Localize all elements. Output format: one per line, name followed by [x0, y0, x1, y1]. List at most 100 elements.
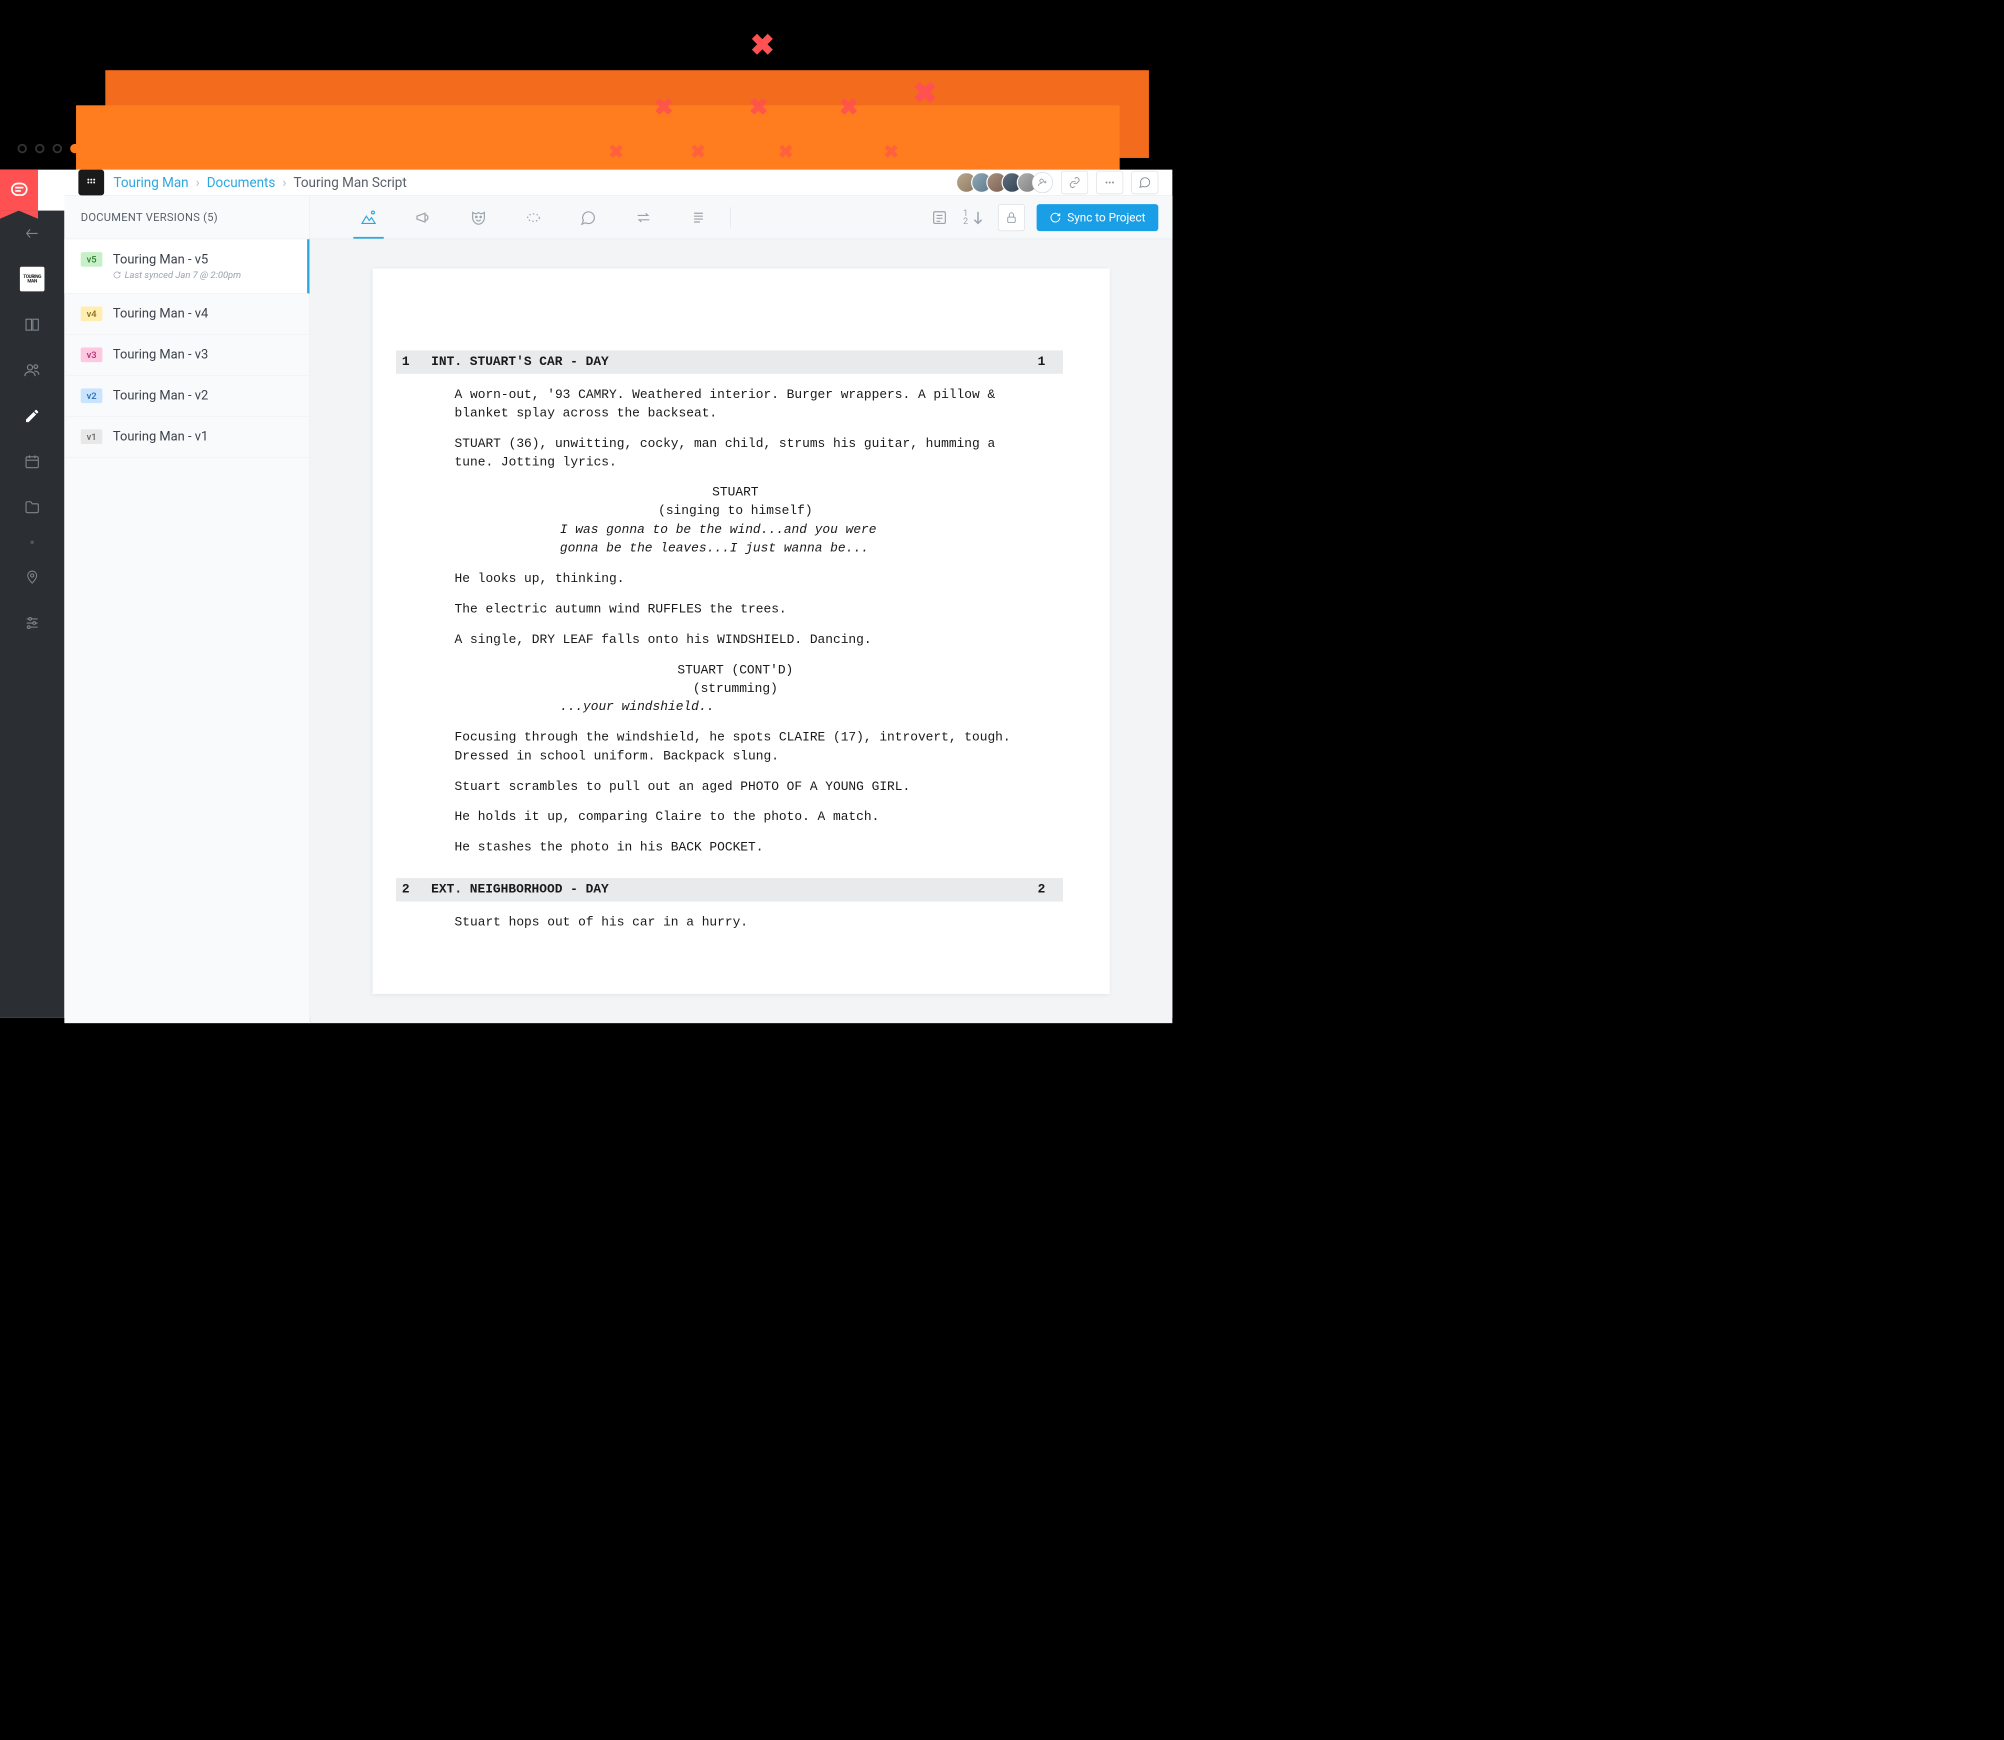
scene-heading[interactable]: 2EXT. NEIGHBORHOOD - DAY2 — [396, 878, 1063, 901]
tool-parenthetical[interactable] — [522, 196, 545, 238]
columns-icon — [24, 316, 40, 332]
doc-toolbar: 12 Sync to Project — [310, 196, 1172, 239]
action-text[interactable]: The electric autumn wind RUFFLES the tre… — [455, 600, 1017, 619]
pin-icon — [25, 570, 40, 585]
more-button[interactable] — [1096, 171, 1123, 194]
x-icon: ✖ — [750, 28, 775, 63]
action-text[interactable]: A single, DRY LEAF falls onto his WINDSH… — [455, 631, 1017, 650]
tool-character[interactable] — [467, 196, 490, 238]
brand-icon — [9, 180, 29, 200]
versions-panel: DOCUMENT VERSIONS (5) v5 Touring Man - v5… — [64, 196, 310, 1023]
project-chip[interactable] — [78, 170, 104, 196]
version-badge: v5 — [81, 252, 103, 267]
content-row: DOCUMENT VERSIONS (5) v5 Touring Man - v5… — [64, 196, 1172, 1023]
link-icon — [1069, 177, 1081, 189]
tool-scene[interactable] — [357, 196, 380, 238]
pencil-icon — [24, 408, 40, 424]
topbar: Touring Man › Documents › Touring Man Sc… — [64, 170, 1172, 196]
chat-icon — [1138, 176, 1151, 189]
version-item[interactable]: v3 Touring Man - v3 — [64, 335, 309, 376]
refresh-icon — [1050, 211, 1062, 223]
toolbar-divider — [730, 207, 731, 228]
parenthetical[interactable]: (singing to himself) — [572, 502, 900, 521]
breadcrumb-section[interactable]: Documents — [207, 175, 276, 191]
nav-location[interactable] — [0, 555, 64, 601]
nav-files[interactable] — [0, 484, 64, 530]
version-sync-info: Last synced Jan 7 @ 2:00pm — [113, 269, 241, 280]
brand-ribbon[interactable] — [0, 170, 38, 211]
action-text[interactable]: He stashes the photo in his BACK POCKET. — [455, 838, 1017, 857]
lock-button[interactable] — [998, 204, 1025, 231]
action-text[interactable]: Stuart scrambles to pull out an aged PHO… — [455, 778, 1017, 797]
megaphone-icon — [415, 209, 433, 227]
nav-rail: TOURING MAN — [0, 211, 64, 1018]
x-icon: ✖ — [690, 140, 706, 162]
parenthetical[interactable]: (strumming) — [572, 680, 900, 699]
version-badge: v3 — [81, 347, 103, 362]
version-item[interactable]: v5 Touring Man - v5 Last synced Jan 7 @ 2:… — [64, 239, 309, 293]
comments-button[interactable] — [1131, 171, 1158, 194]
nav-calendar[interactable] — [0, 439, 64, 485]
nav-board[interactable] — [0, 302, 64, 348]
version-title: Touring Man - v5 — [113, 252, 241, 267]
tool-text[interactable] — [687, 196, 710, 238]
grid-icon — [85, 177, 97, 189]
paragraph-icon — [690, 209, 708, 227]
version-title: Touring Man - v1 — [113, 429, 208, 444]
versions-header: DOCUMENT VERSIONS (5) — [64, 196, 309, 239]
action-text[interactable]: Focusing through the windshield, he spot… — [455, 729, 1017, 766]
refresh-icon — [113, 271, 121, 279]
x-icon: ✖ — [778, 140, 794, 162]
action-text[interactable]: Stuart hops out of his car in a hurry. — [455, 913, 1017, 932]
version-item[interactable]: v4Touring Man - v4 — [64, 294, 309, 335]
action-text[interactable]: STUART (36), unwitting, cocky, man child… — [455, 434, 1017, 471]
user-plus-icon — [1037, 177, 1048, 188]
x-icon: ✖ — [749, 94, 769, 121]
window-dots — [18, 144, 80, 153]
dialogue-text[interactable]: ...your windshield.. — [560, 698, 911, 717]
add-collaborator-button[interactable] — [1032, 172, 1053, 193]
version-title: Touring Man - v3 — [113, 347, 208, 362]
collaborator-avatars[interactable] — [962, 172, 1053, 193]
action-text[interactable]: He looks up, thinking. — [455, 570, 1017, 589]
scene-heading-text: EXT. NEIGHBORHOOD - DAY — [431, 880, 609, 899]
sync-button-label: Sync to Project — [1067, 210, 1145, 224]
tool-dialogue[interactable] — [577, 196, 600, 238]
swap-icon — [635, 209, 653, 227]
nav-settings[interactable] — [0, 600, 64, 646]
version-badge: v2 — [81, 388, 103, 403]
nav-people[interactable] — [0, 347, 64, 393]
breadcrumb-project[interactable]: Touring Man — [113, 175, 188, 191]
scene-number-right: 1 — [1038, 353, 1057, 372]
share-link-button[interactable] — [1061, 171, 1088, 194]
note-icon — [931, 209, 949, 227]
x-icon: ✖ — [883, 140, 899, 162]
action-text[interactable]: He holds it up, comparing Claire to the … — [455, 808, 1017, 827]
nav-separator-dot — [30, 541, 34, 545]
project-thumb[interactable]: TOURING MAN — [20, 267, 45, 292]
action-text[interactable]: A worn-out, '93 CAMRY. Weathered interio… — [455, 385, 1017, 422]
tool-transition[interactable] — [632, 196, 655, 238]
breadcrumb-current: Touring Man Script — [293, 175, 406, 191]
sliders-icon — [24, 615, 40, 631]
version-item[interactable]: v1Touring Man - v1 — [64, 417, 309, 458]
version-item[interactable]: v2 Touring Man - v2 — [64, 376, 309, 417]
tool-numbering[interactable]: 12 — [963, 196, 986, 238]
sync-button[interactable]: Sync to Project — [1037, 204, 1158, 231]
character-cue[interactable]: STUART (CONT'D) — [572, 661, 900, 680]
chevron-right-icon: › — [196, 175, 200, 191]
nav-script[interactable] — [0, 393, 64, 439]
left-column: TOURING MAN — [0, 170, 64, 1018]
mask-icon — [470, 209, 488, 227]
scene-heading[interactable]: 1INT. STUART'S CAR - DAY1 — [396, 350, 1063, 373]
version-title: Touring Man - v2 — [113, 388, 208, 403]
arrow-down-icon — [969, 209, 986, 227]
dots-icon — [1103, 176, 1116, 189]
dialogue-text[interactable]: I was gonna to be the wind...and you wer… — [560, 521, 911, 558]
app-window: TOURING MAN — [0, 170, 1172, 1018]
tool-announce[interactable] — [412, 196, 435, 238]
character-cue[interactable]: STUART — [572, 483, 900, 502]
paper-scroll[interactable]: 1INT. STUART'S CAR - DAY1 A worn-out, '93… — [310, 239, 1172, 1023]
script-page: 1INT. STUART'S CAR - DAY1 A worn-out, '93… — [373, 269, 1110, 994]
tool-notes[interactable] — [928, 196, 951, 238]
